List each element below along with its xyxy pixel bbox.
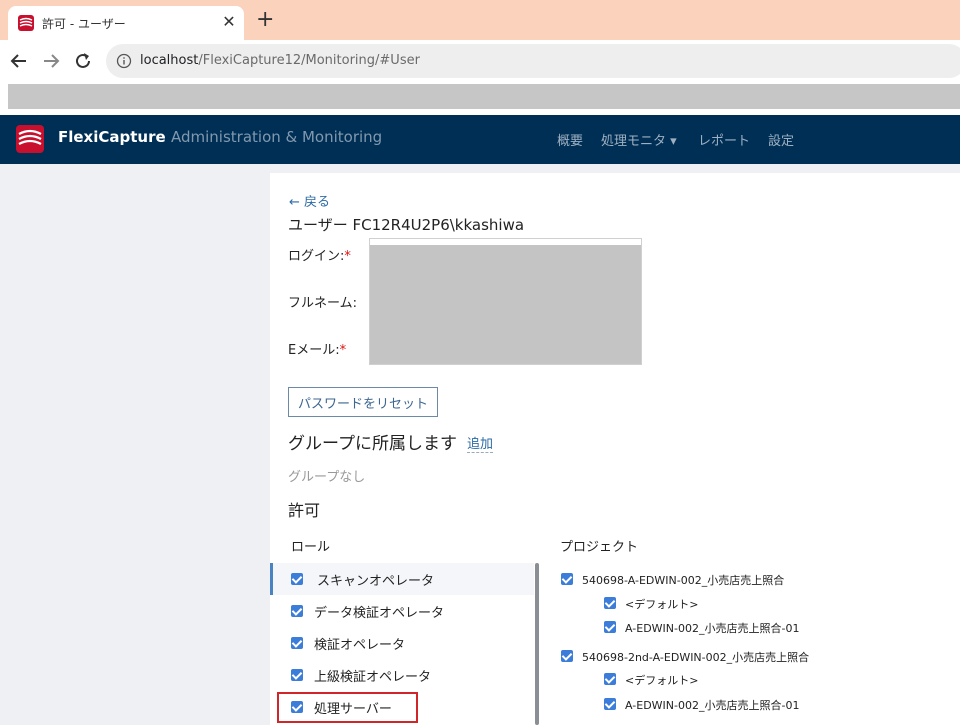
page-title: ユーザー FC12R4U2P6\kkashiwa bbox=[288, 216, 525, 234]
app-header: FlexiCapture Administration & Monitoring… bbox=[0, 115, 960, 164]
back-arrow-icon[interactable] bbox=[8, 50, 30, 72]
flexicapture-favicon-icon bbox=[18, 15, 34, 31]
roles-scrollbar[interactable] bbox=[535, 563, 539, 725]
project-label: <デフォルト> bbox=[625, 674, 699, 687]
project-label: 540698-2nd-A-EDWIN-002_小売店売上照合 bbox=[582, 651, 810, 664]
role-label: 検証オペレータ bbox=[314, 638, 406, 653]
login-label: ログイン:* bbox=[288, 249, 351, 264]
email-label: Eメール:* bbox=[288, 343, 347, 358]
reload-icon[interactable] bbox=[72, 50, 94, 72]
highlight-frame bbox=[277, 692, 418, 723]
groups-heading: グループに所属します bbox=[288, 434, 457, 454]
project-checkbox[interactable] bbox=[604, 673, 616, 685]
add-group-link[interactable]: 追加 bbox=[467, 433, 494, 453]
project-checkbox[interactable] bbox=[604, 597, 616, 609]
fullname-label: フルネーム: bbox=[288, 296, 357, 311]
project-label: 540698-A-EDWIN-002_小売店売上照合 bbox=[582, 574, 785, 587]
left-pane bbox=[0, 164, 270, 725]
project-checkbox[interactable] bbox=[561, 650, 573, 662]
projects-header: プロジェクト bbox=[560, 540, 639, 555]
role-row[interactable]: スキャンオペレータ bbox=[270, 563, 534, 595]
role-checkbox[interactable] bbox=[291, 573, 303, 585]
back-link[interactable]: ← 戻る bbox=[289, 191, 330, 210]
browser-tabstrip: 許可 - ユーザー ✕ + bbox=[0, 0, 960, 40]
project-label: A-EDWIN-002_小売店売上照合-01 bbox=[625, 622, 800, 635]
app-name: FlexiCapture bbox=[58, 128, 166, 146]
reset-password-button[interactable]: パスワードをリセット bbox=[288, 387, 438, 417]
no-groups-text: グループなし bbox=[288, 470, 366, 485]
role-label: 上級検証オペレータ bbox=[314, 670, 432, 685]
nav-overview[interactable]: 概要 bbox=[557, 130, 583, 149]
roles-header: ロール bbox=[291, 540, 331, 555]
role-checkbox[interactable] bbox=[291, 669, 303, 681]
permissions-heading: 許可 bbox=[288, 501, 321, 520]
browser-toolbar: localhost/FlexiCapture12/Monitoring/#Use… bbox=[0, 40, 960, 82]
role-row[interactable]: 上級検証オペレータ bbox=[270, 659, 534, 691]
nav-settings[interactable]: 設定 bbox=[768, 130, 794, 149]
project-checkbox[interactable] bbox=[604, 621, 616, 633]
role-label: データ検証オペレータ bbox=[314, 606, 445, 621]
project-checkbox[interactable] bbox=[561, 573, 573, 585]
info-icon[interactable] bbox=[116, 53, 132, 69]
app-section-title: Administration & Monitoring bbox=[171, 128, 383, 146]
address-bar[interactable]: localhost/FlexiCapture12/Monitoring/#Use… bbox=[106, 44, 960, 78]
project-label: <デフォルト> bbox=[625, 598, 699, 611]
nav-processing-monitor[interactable]: 処理モニタ ▾ bbox=[601, 130, 677, 149]
bookmarks-bar bbox=[8, 84, 960, 109]
project-checkbox[interactable] bbox=[604, 698, 616, 710]
role-label: スキャンオペレータ bbox=[317, 574, 435, 589]
browser-tab[interactable]: 許可 - ユーザー ✕ bbox=[8, 6, 244, 40]
role-row[interactable]: データ検証オペレータ bbox=[270, 595, 534, 627]
flexicapture-logo-icon bbox=[16, 125, 44, 153]
project-label: A-EDWIN-002_小売店売上照合-01 bbox=[625, 699, 800, 712]
url-text: localhost/FlexiCapture12/Monitoring/#Use… bbox=[140, 53, 420, 68]
forward-arrow-icon[interactable] bbox=[40, 50, 62, 72]
tab-close-icon[interactable]: ✕ bbox=[220, 12, 238, 31]
role-checkbox[interactable] bbox=[291, 637, 303, 649]
role-checkbox[interactable] bbox=[291, 605, 303, 617]
new-tab-button[interactable]: + bbox=[256, 8, 274, 32]
tab-title: 許可 - ユーザー bbox=[42, 17, 126, 31]
content-top-gap bbox=[270, 164, 960, 173]
role-row[interactable]: 検証オペレータ bbox=[270, 627, 534, 659]
nav-reports[interactable]: レポート bbox=[698, 130, 750, 149]
masked-user-fields bbox=[369, 238, 642, 365]
